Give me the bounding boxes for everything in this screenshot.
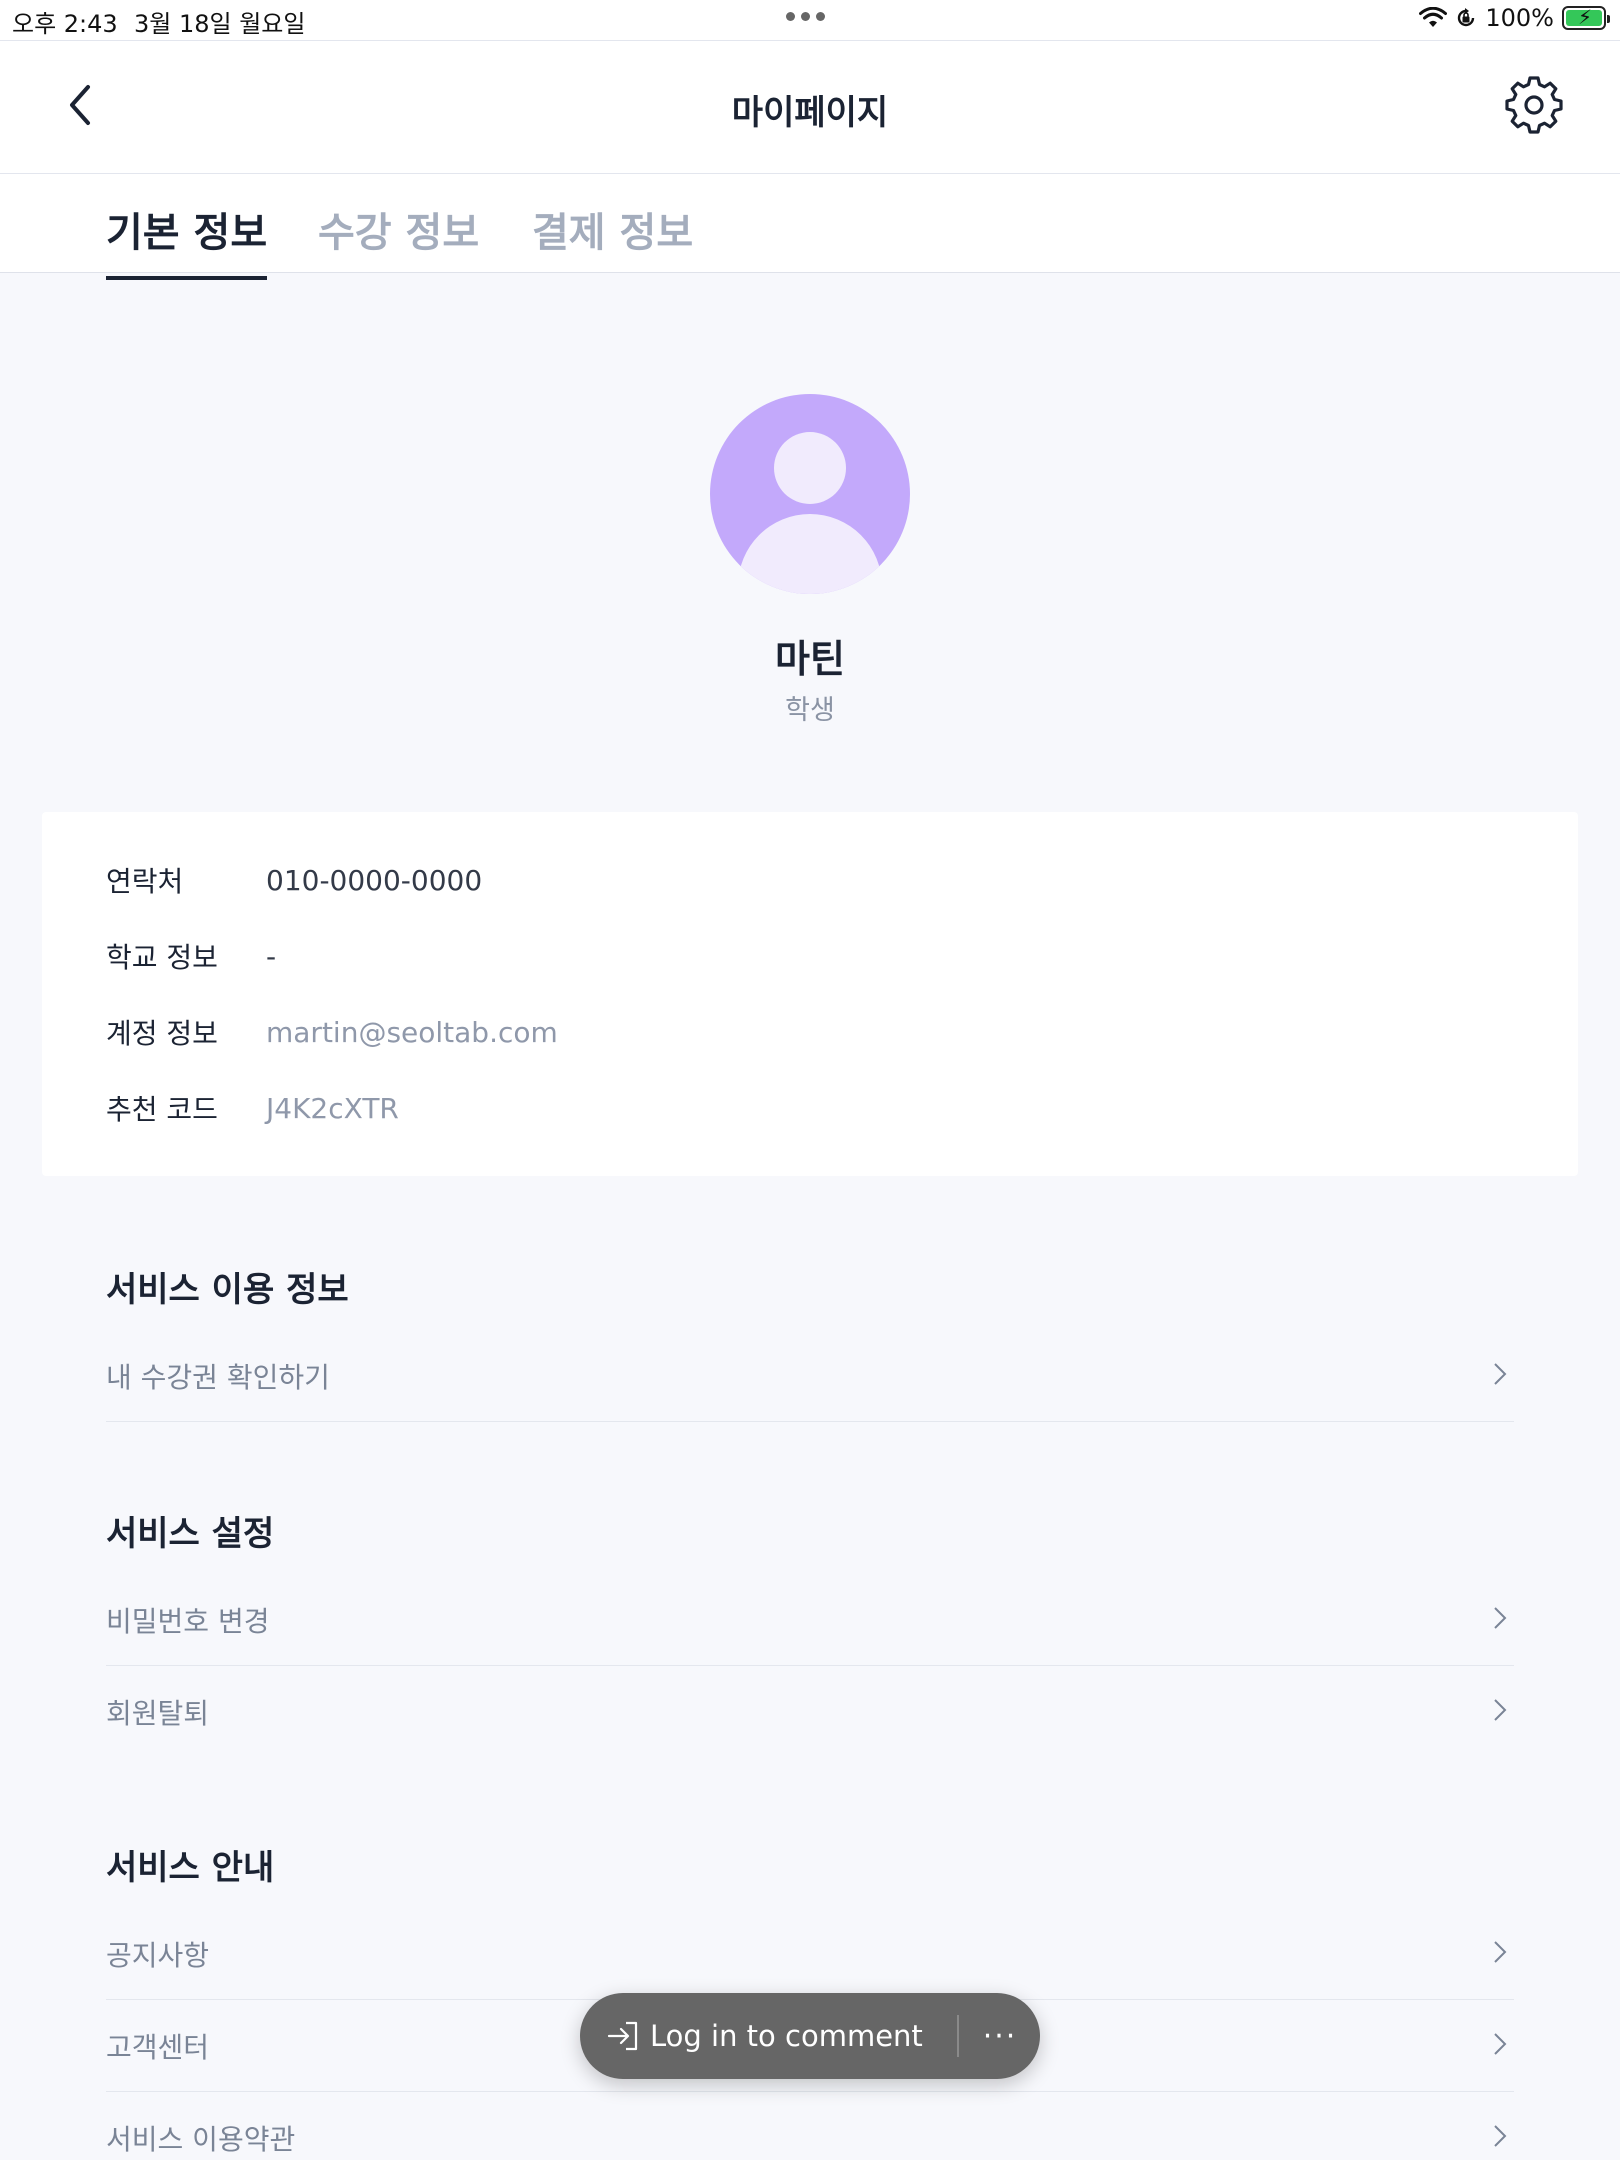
info-value-account: martin@seoltab.com (266, 1015, 558, 1049)
info-row-referral: 추천 코드 J4K2cXTR (106, 1088, 399, 1128)
status-date: 3월 18일 월요일 (134, 10, 306, 38)
status-bar: 오후 2:43 3월 18일 월요일 100% ⚡ (0, 0, 1620, 40)
menu-item-withdraw[interactable]: 회원탈퇴 (106, 1666, 1514, 1758)
app-header: 마이페이지 (0, 40, 1620, 174)
menu-item-label: 내 수강권 확인하기 (106, 1361, 330, 1394)
info-label-contact: 연락처 (106, 865, 184, 898)
menu-item-label: 서비스 이용약관 (106, 2123, 296, 2156)
info-value-school: - (266, 939, 277, 973)
chevron-right-icon (1494, 2033, 1507, 2055)
tab-course-info[interactable]: 수강 정보 (318, 200, 479, 276)
menu-item-label: 고객센터 (106, 2031, 210, 2064)
status-time: 오후 2:43 (12, 10, 118, 38)
tab-basic-info[interactable]: 기본 정보 (106, 200, 268, 280)
avatar-body-shape (738, 514, 882, 594)
menu-item-my-pass[interactable]: 내 수강권 확인하기 (106, 1330, 1514, 1422)
profile-name: 마틴 (775, 637, 845, 681)
menu-item-terms[interactable]: 서비스 이용약관 (106, 2092, 1514, 2160)
more-options-icon[interactable]: ··· (972, 1993, 1028, 2079)
section-title-guide: 서비스 안내 (106, 1848, 275, 1888)
wifi-icon (1419, 7, 1448, 27)
status-indicators: 100% ⚡ (1419, 4, 1610, 32)
page-title: 마이페이지 (731, 93, 889, 133)
basic-info-card: 연락처 010-0000-0000 학교 정보 - 계정 정보 martin@s… (42, 812, 1578, 1176)
orientation-lock-icon (1458, 8, 1475, 27)
menu-item-change-password[interactable]: 비밀번호 변경 (106, 1574, 1514, 1666)
chevron-right-icon (1494, 1607, 1507, 1629)
chevron-right-icon (1494, 2125, 1507, 2147)
multitasking-dots-icon[interactable] (786, 12, 825, 21)
avatar-head-shape (774, 432, 846, 504)
menu-item-label: 회원탈퇴 (106, 1697, 210, 1730)
chevron-right-icon (1494, 1699, 1507, 1721)
battery-charging-icon: ⚡ (1562, 6, 1610, 30)
comment-bar-divider (957, 2015, 959, 2057)
info-row-contact: 연락처 010-0000-0000 (106, 860, 482, 900)
info-row-school: 학교 정보 - (106, 936, 276, 976)
chevron-right-icon (1494, 1941, 1507, 1963)
tab-payment-info[interactable]: 결제 정보 (532, 200, 693, 276)
gear-icon[interactable] (1504, 75, 1564, 135)
avatar (710, 394, 910, 594)
profile-role: 학생 (785, 695, 835, 726)
mypage-screen: 오후 2:43 3월 18일 월요일 100% ⚡ 마이페이지 기본 정보 수강… (0, 0, 1620, 2160)
login-arrow-icon (607, 2021, 638, 2051)
battery-percentage: 100% (1485, 4, 1554, 32)
info-label-school: 학교 정보 (106, 941, 218, 974)
info-label-referral: 추천 코드 (106, 1093, 218, 1126)
login-to-comment-button[interactable]: Log in to comment (606, 1993, 923, 2079)
info-label-account: 계정 정보 (106, 1017, 218, 1050)
menu-item-label: 비밀번호 변경 (106, 1605, 270, 1638)
chevron-right-icon (1494, 1363, 1507, 1385)
menu-item-notice[interactable]: 공지사항 (106, 1908, 1514, 2000)
menu-item-label: 공지사항 (106, 1939, 210, 1972)
section-title-settings: 서비스 설정 (106, 1514, 275, 1554)
info-value-contact: 010-0000-0000 (266, 863, 483, 897)
section-title-usage: 서비스 이용 정보 (106, 1270, 349, 1310)
comment-bar: Log in to comment ··· (580, 1993, 1040, 2079)
info-row-account: 계정 정보 martin@seoltab.com (106, 1012, 558, 1052)
info-value-referral: J4K2cXTR (266, 1091, 399, 1125)
tab-bar: 기본 정보 수강 정보 결제 정보 (0, 174, 1620, 280)
login-to-comment-label: Log in to comment (650, 2019, 923, 2053)
